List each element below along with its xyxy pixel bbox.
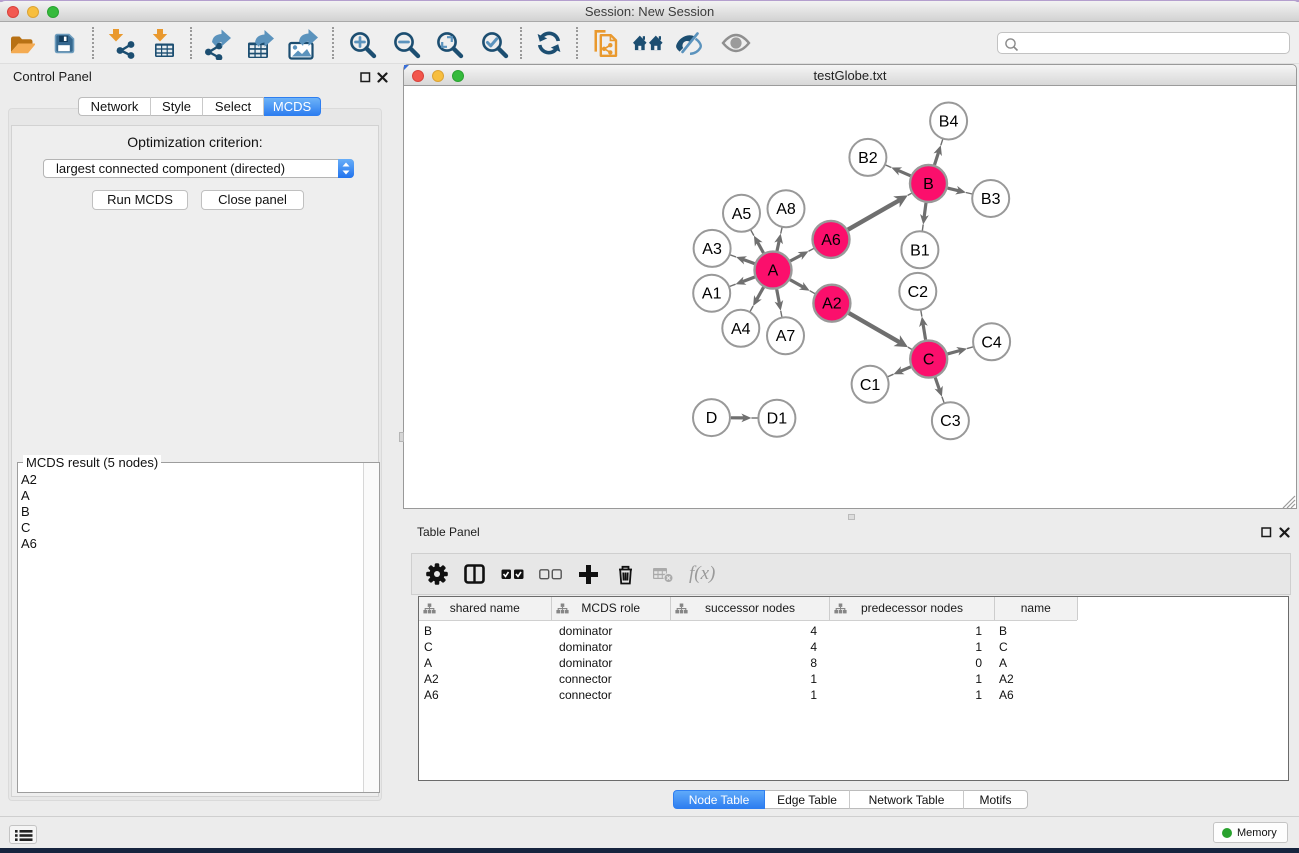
svg-text:C4: C4 (981, 334, 1002, 351)
svg-text:B: B (923, 176, 934, 193)
svg-text:A4: A4 (731, 321, 751, 338)
svg-text:A1: A1 (702, 286, 722, 303)
svg-text:A7: A7 (776, 328, 796, 345)
svg-text:D1: D1 (767, 411, 788, 428)
svg-text:C1: C1 (860, 377, 881, 394)
svg-text:B4: B4 (939, 114, 959, 131)
svg-text:A8: A8 (776, 201, 796, 218)
svg-text:C3: C3 (940, 413, 961, 430)
svg-text:A6: A6 (821, 232, 841, 249)
svg-text:B1: B1 (910, 242, 930, 259)
svg-text:C2: C2 (908, 284, 929, 301)
svg-text:f(x): f(x) (689, 563, 715, 584)
svg-text:A3: A3 (702, 241, 722, 258)
svg-text:A5: A5 (732, 206, 752, 223)
svg-text:D: D (706, 410, 718, 427)
svg-text:A: A (768, 263, 779, 280)
svg-text:C: C (923, 352, 935, 369)
svg-text:A2: A2 (822, 296, 842, 313)
svg-text:B3: B3 (981, 191, 1001, 208)
svg-text:B2: B2 (858, 150, 878, 167)
